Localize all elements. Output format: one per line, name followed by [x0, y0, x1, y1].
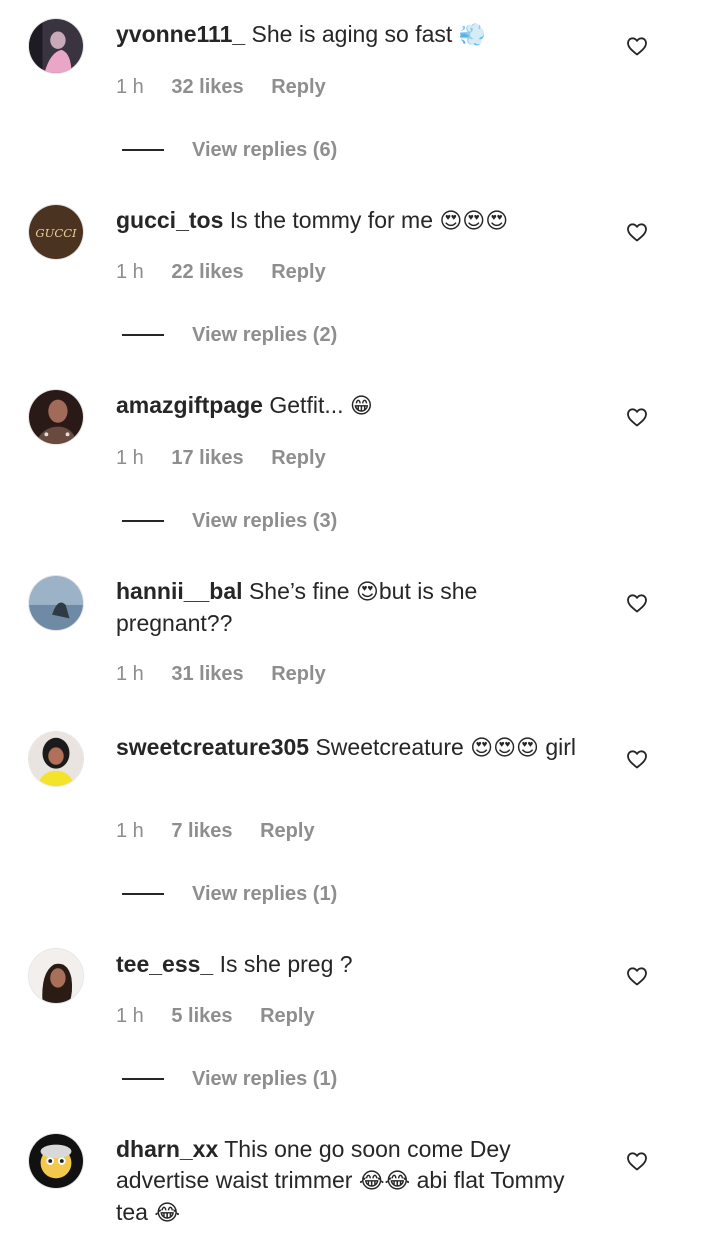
comment-meta: 1 h 31 likes Reply [116, 663, 348, 686]
emoji: 😍😍😍 [470, 736, 539, 761]
timestamp: 1 h [116, 447, 144, 469]
emoji: 😂 [154, 1201, 181, 1226]
likes-count[interactable]: 31 likes [171, 663, 243, 685]
likes-count[interactable]: 7 likes [171, 820, 232, 842]
timestamp: 1 h [116, 1005, 144, 1027]
svg-text:GUCCI: GUCCI [35, 226, 77, 240]
avatar[interactable]: GUCCI [28, 204, 84, 260]
view-replies-label[interactable]: View replies (1) [192, 883, 337, 906]
avatar[interactable] [28, 948, 84, 1004]
comment-body: Is she preg ? [219, 951, 353, 977]
reply-button[interactable]: Reply [260, 1005, 314, 1027]
emoji: 😂😂 [358, 1169, 411, 1194]
divider [122, 893, 164, 895]
avatar[interactable] [28, 1133, 84, 1189]
comment-text: sweetcreature305 Sweetcreature 😍😍😍 girl [116, 732, 586, 764]
emoji: 😍 [355, 580, 379, 605]
view-replies-label[interactable]: View replies (1) [192, 1068, 337, 1091]
username[interactable]: yvonne111_ [116, 21, 245, 47]
comment-text: gucci_tos Is the tommy for me 😍😍😍 [116, 205, 586, 237]
reply-button[interactable]: Reply [260, 820, 314, 842]
username[interactable]: amazgiftpage [116, 392, 263, 418]
comment-text: amazgiftpage Getfit... 😁 [116, 390, 586, 422]
comment-text: hannii__bal She’s fine 😍but is she pregn… [116, 576, 586, 639]
view-replies-button[interactable]: View replies (3) [122, 508, 337, 534]
heart-icon[interactable] [625, 747, 649, 771]
view-replies-label[interactable]: View replies (3) [192, 510, 337, 533]
heart-icon[interactable] [625, 591, 649, 615]
avatar[interactable] [28, 389, 84, 445]
likes-count[interactable]: 17 likes [171, 447, 243, 469]
heart-icon[interactable] [625, 220, 649, 244]
divider [122, 520, 164, 522]
reply-button[interactable]: Reply [271, 76, 325, 98]
view-replies-label[interactable]: View replies (6) [192, 139, 337, 162]
emoji: 😁 [349, 394, 373, 419]
divider [122, 1078, 164, 1080]
reply-button[interactable]: Reply [271, 663, 325, 685]
likes-count[interactable]: 32 likes [171, 76, 243, 98]
heart-icon[interactable] [625, 1149, 649, 1173]
avatar[interactable] [28, 731, 84, 787]
comment-meta: 1 h 17 likes Reply [116, 447, 348, 470]
likes-count[interactable]: 22 likes [171, 261, 243, 283]
divider [122, 334, 164, 336]
comment-text: yvonne111_ She is aging so fast 💨 [116, 19, 586, 51]
comment-body-continued: girl [545, 734, 577, 760]
comment-text: dharn_xx This one go soon come Dey adver… [116, 1134, 586, 1229]
comment-body: She’s fine [248, 578, 350, 604]
reply-button[interactable]: Reply [271, 261, 325, 283]
comment-meta: 1 h 7 likes Reply [116, 820, 337, 843]
view-replies-button[interactable]: View replies (2) [122, 322, 337, 348]
comment-meta: 1 h 22 likes Reply [116, 261, 348, 284]
emoji: 😍😍😍 [439, 209, 509, 234]
avatar[interactable] [28, 575, 84, 631]
heart-icon[interactable] [625, 964, 649, 988]
likes-count[interactable]: 5 likes [171, 1005, 232, 1027]
comment-body: Getfit... [269, 392, 344, 418]
heart-icon[interactable] [625, 405, 649, 429]
view-replies-label[interactable]: View replies (2) [192, 324, 337, 347]
username[interactable]: dharn_xx [116, 1136, 218, 1162]
heart-icon[interactable] [625, 34, 649, 58]
timestamp: 1 h [116, 820, 144, 842]
comment-body: She is aging so fast [251, 21, 453, 47]
comment-text: tee_ess_ Is she preg ? [116, 949, 586, 980]
comment-body: Is the tommy for me [229, 207, 433, 233]
username[interactable]: gucci_tos [116, 207, 223, 233]
comment-meta: 1 h 5 likes Reply [116, 1005, 337, 1028]
avatar[interactable] [28, 18, 84, 74]
view-replies-button[interactable]: View replies (1) [122, 1066, 337, 1092]
divider [122, 149, 164, 151]
view-replies-button[interactable]: View replies (6) [122, 137, 337, 163]
comment-meta: 1 h 32 likes Reply [116, 76, 348, 99]
username[interactable]: sweetcreature305 [116, 734, 309, 760]
view-replies-button[interactable]: View replies (1) [122, 881, 337, 907]
timestamp: 1 h [116, 663, 144, 685]
timestamp: 1 h [116, 261, 144, 283]
comment-body: Sweetcreature [315, 734, 464, 760]
reply-button[interactable]: Reply [271, 447, 325, 469]
username[interactable]: hannii__bal [116, 578, 243, 604]
emoji: 💨 [458, 23, 487, 48]
timestamp: 1 h [116, 76, 144, 98]
username[interactable]: tee_ess_ [116, 951, 213, 977]
